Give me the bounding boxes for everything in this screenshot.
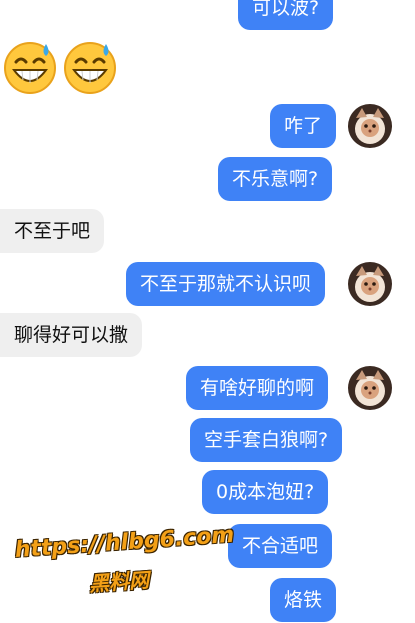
message-bubble-sent[interactable]: 不至于那就不认识呗 (126, 262, 326, 306)
user-avatar[interactable] (348, 104, 392, 148)
message-bubble-sent[interactable]: 可以波? (238, 0, 334, 30)
grinning-sweat-emoji[interactable] (2, 38, 58, 98)
message-bubble-sent[interactable]: 不合适吧 (228, 524, 333, 568)
user-avatar[interactable] (348, 366, 392, 410)
watermark-site-name: 黑料网 (88, 567, 150, 596)
message-bubble-received[interactable]: 聊得好可以撒 (0, 313, 143, 357)
message-bubble-sent[interactable]: 空手套白狼啊? (190, 418, 343, 462)
user-avatar[interactable] (348, 262, 392, 306)
message-bubble-sent[interactable]: 咋了 (270, 104, 337, 148)
site-watermark: https://hlbg6.com 黑料网 (14, 523, 235, 608)
watermark-url: https://hlbg6.com (14, 522, 236, 563)
message-bubble-received[interactable]: 不至于吧 (0, 209, 105, 253)
message-bubble-sent[interactable]: 烙铁 (270, 578, 337, 622)
grinning-sweat-emoji[interactable] (62, 38, 118, 98)
message-bubble-sent[interactable]: 有啥好聊的啊 (186, 366, 329, 410)
message-bubble-sent[interactable]: 0成本泡妞? (202, 470, 329, 514)
message-bubble-sent[interactable]: 不乐意啊? (218, 157, 333, 201)
chat-conversation: 可以波? 咋了 不乐意啊? 不至于吧 不至于那就不认识呗 聊得好可以撒 有啥好聊… (0, 0, 415, 623)
